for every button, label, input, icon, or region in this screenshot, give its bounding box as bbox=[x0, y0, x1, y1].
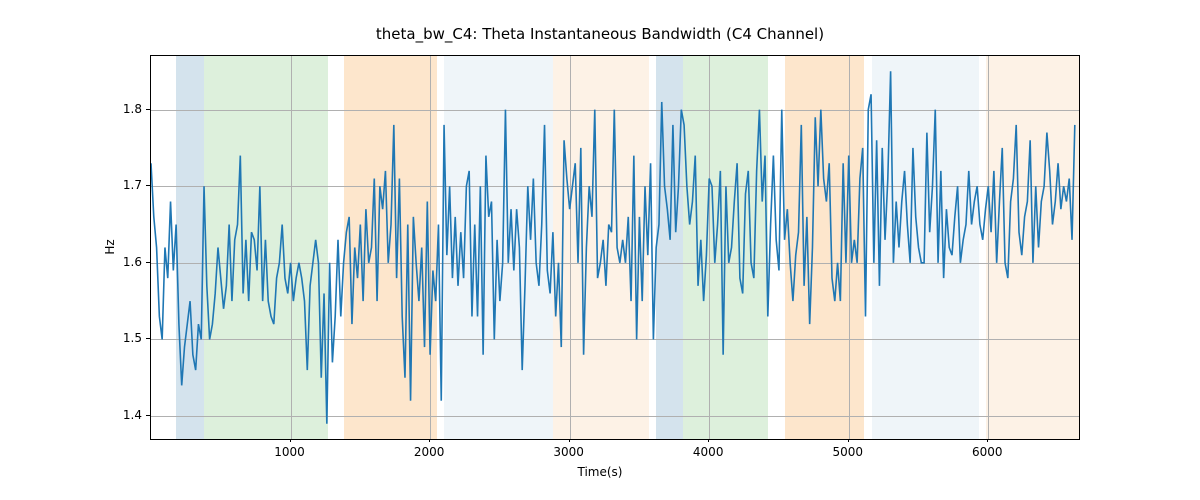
x-tick-label: 6000 bbox=[972, 445, 1003, 459]
y-tick-label: 1.5 bbox=[82, 331, 142, 345]
line-series bbox=[151, 56, 1079, 439]
x-tick-label: 4000 bbox=[693, 445, 724, 459]
series-line bbox=[151, 71, 1075, 423]
y-tick-label: 1.7 bbox=[82, 178, 142, 192]
y-axis-label: Hz bbox=[103, 239, 117, 254]
plot-area bbox=[150, 55, 1080, 440]
chart-root: theta_bw_C4: Theta Instantaneous Bandwid… bbox=[0, 0, 1200, 500]
x-tick-label: 3000 bbox=[553, 445, 584, 459]
y-tick-label: 1.8 bbox=[82, 102, 142, 116]
x-tick-label: 2000 bbox=[414, 445, 445, 459]
chart-title: theta_bw_C4: Theta Instantaneous Bandwid… bbox=[0, 25, 1200, 43]
y-tick-label: 1.4 bbox=[82, 408, 142, 422]
x-tick-label: 1000 bbox=[274, 445, 305, 459]
y-tick-label: 1.6 bbox=[82, 255, 142, 269]
x-axis-label: Time(s) bbox=[0, 465, 1200, 479]
x-tick-label: 5000 bbox=[832, 445, 863, 459]
